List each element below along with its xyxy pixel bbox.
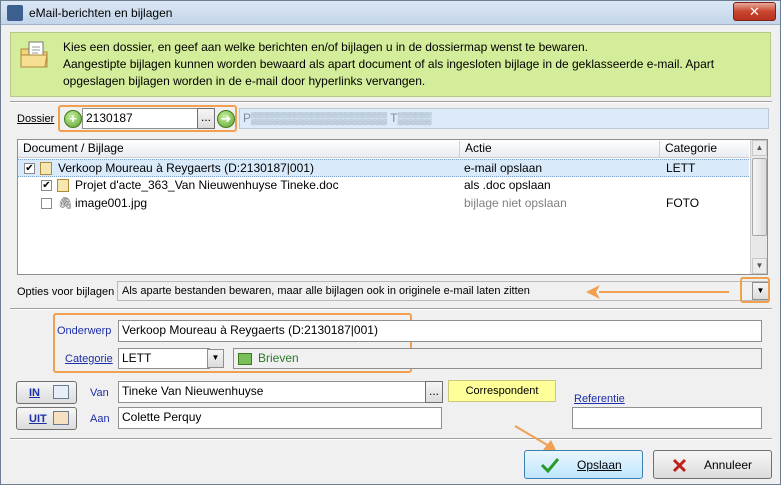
cancel-button-label: Annuleer <box>704 458 753 472</box>
row-document: image001.jpg <box>75 196 148 210</box>
tree-row[interactable]: 🖇 image001.jpg bijlage niet opslaan FOTO <box>18 195 749 213</box>
to-label: Aan <box>90 413 110 425</box>
row-action[interactable]: e-mail opslaan <box>464 161 542 175</box>
document-folder-icon <box>20 41 48 68</box>
row-checkbox[interactable]: ✔ <box>41 180 52 191</box>
add-dossier-icon[interactable]: + <box>64 110 82 128</box>
scroll-thumb[interactable] <box>752 158 767 236</box>
category-linked-field: Brieven <box>233 348 762 369</box>
dossier-label: Dossier <box>17 113 55 125</box>
category-select[interactable]: LETT <box>118 348 210 369</box>
out-button-label: UIT <box>29 413 47 425</box>
row-checkbox[interactable]: ✔ <box>24 163 35 174</box>
row-document: Projet d'acte_363_Van Nieuwenhuyse Tinek… <box>75 178 339 192</box>
window-title: eMail-berichten en bijlagen <box>29 6 173 20</box>
dossier-number-input[interactable]: 2130187 <box>82 108 198 129</box>
tree-row[interactable]: ✔ Verkoop Moureau à Reygaerts (D:2130187… <box>18 159 749 177</box>
from-label: Van <box>90 387 109 399</box>
cancel-x-icon <box>672 458 687 473</box>
document-tree[interactable]: Document / Bijlage Actie Categorie ✔ Ver… <box>17 139 768 275</box>
close-button[interactable]: ✕ <box>733 2 776 21</box>
column-header-document[interactable]: Document / Bijlage <box>18 141 460 157</box>
title-bar[interactable]: eMail-berichten en bijlagen ✕ <box>1 1 780 25</box>
app-icon <box>7 5 23 21</box>
subject-label: Onderwerp <box>57 325 112 337</box>
annotation-arrow-options <box>599 291 729 293</box>
row-document: Verkoop Moureau à Reygaerts (D:2130187|0… <box>58 161 314 175</box>
dossier-name-field: P▒▒▒▒▒▒▒▒▒▒▒▒▒▒▒▒ T▒▒▒▒ <box>239 108 769 129</box>
category-label: Categorie <box>65 353 113 365</box>
save-button[interactable]: Opslaan <box>524 450 643 479</box>
checkmark-icon <box>541 458 559 473</box>
dossier-browse-button[interactable]: ... <box>197 108 215 129</box>
info-line-2: Aangestipte bijlagen kunnen worden bewaa… <box>63 57 715 71</box>
info-line-1: Kies een dossier, en geef aan welke beri… <box>63 40 588 54</box>
tree-row[interactable]: ✔ Projet d'acte_363_Van Nieuwenhuyse Tin… <box>18 177 749 195</box>
tree-scrollbar[interactable]: ▲ ▼ <box>750 140 767 274</box>
from-browse-button[interactable]: ... <box>425 381 443 403</box>
column-header-action[interactable]: Actie <box>460 141 660 157</box>
info-line-3: opgeslagen bijlagen worden in de e-mail … <box>63 74 426 88</box>
scroll-down-icon[interactable]: ▼ <box>752 258 767 274</box>
correspondent-badge: Correspondent <box>448 380 556 402</box>
paperclip-icon: 🖇 <box>58 196 74 210</box>
in-button[interactable]: IN <box>16 381 77 404</box>
divider-top <box>10 101 772 103</box>
info-text: Kies een dossier, en geef aan welke beri… <box>63 39 763 90</box>
reference-label: Referentie <box>574 393 625 405</box>
row-category[interactable]: LETT <box>666 161 695 175</box>
out-button[interactable]: UIT <box>16 407 77 430</box>
go-to-dossier-icon[interactable]: ➜ <box>217 110 235 128</box>
email-icon <box>40 162 52 175</box>
in-button-label: IN <box>29 387 40 399</box>
save-button-label: Opslaan <box>577 458 622 472</box>
to-input[interactable]: Colette Perquy <box>118 407 442 429</box>
row-action[interactable]: bijlage niet opslaan <box>464 196 567 210</box>
category-chevron-down-icon[interactable]: ▼ <box>207 349 224 368</box>
outbox-icon <box>53 411 69 425</box>
options-dropdown-highlight <box>740 277 770 303</box>
document-icon <box>57 179 69 192</box>
divider-middle <box>10 308 772 310</box>
options-label: Opties voor bijlagen <box>17 286 115 298</box>
divider-bottom <box>10 438 772 440</box>
info-panel: Kies een dossier, en geef aan welke beri… <box>10 32 771 97</box>
subject-input[interactable]: Verkoop Moureau à Reygaerts (D:2130187|0… <box>118 320 762 342</box>
row-category[interactable]: FOTO <box>666 196 699 210</box>
from-input[interactable]: Tineke Van Nieuwenhuyse <box>118 381 428 403</box>
annotation-arrowhead-icon <box>586 285 600 299</box>
cancel-button[interactable]: Annuleer <box>653 450 772 479</box>
scroll-up-icon[interactable]: ▲ <box>752 140 767 156</box>
row-action[interactable]: als .doc opslaan <box>464 178 551 192</box>
column-header-category[interactable]: Categorie <box>660 141 749 157</box>
tree-header: Document / Bijlage Actie Categorie <box>18 140 749 158</box>
category-color-icon <box>238 353 252 365</box>
inbox-icon <box>53 385 69 399</box>
dialog-window: eMail-berichten en bijlagen ✕ Kies een d… <box>0 0 781 485</box>
row-checkbox[interactable] <box>41 198 52 209</box>
reference-input[interactable] <box>572 407 762 429</box>
